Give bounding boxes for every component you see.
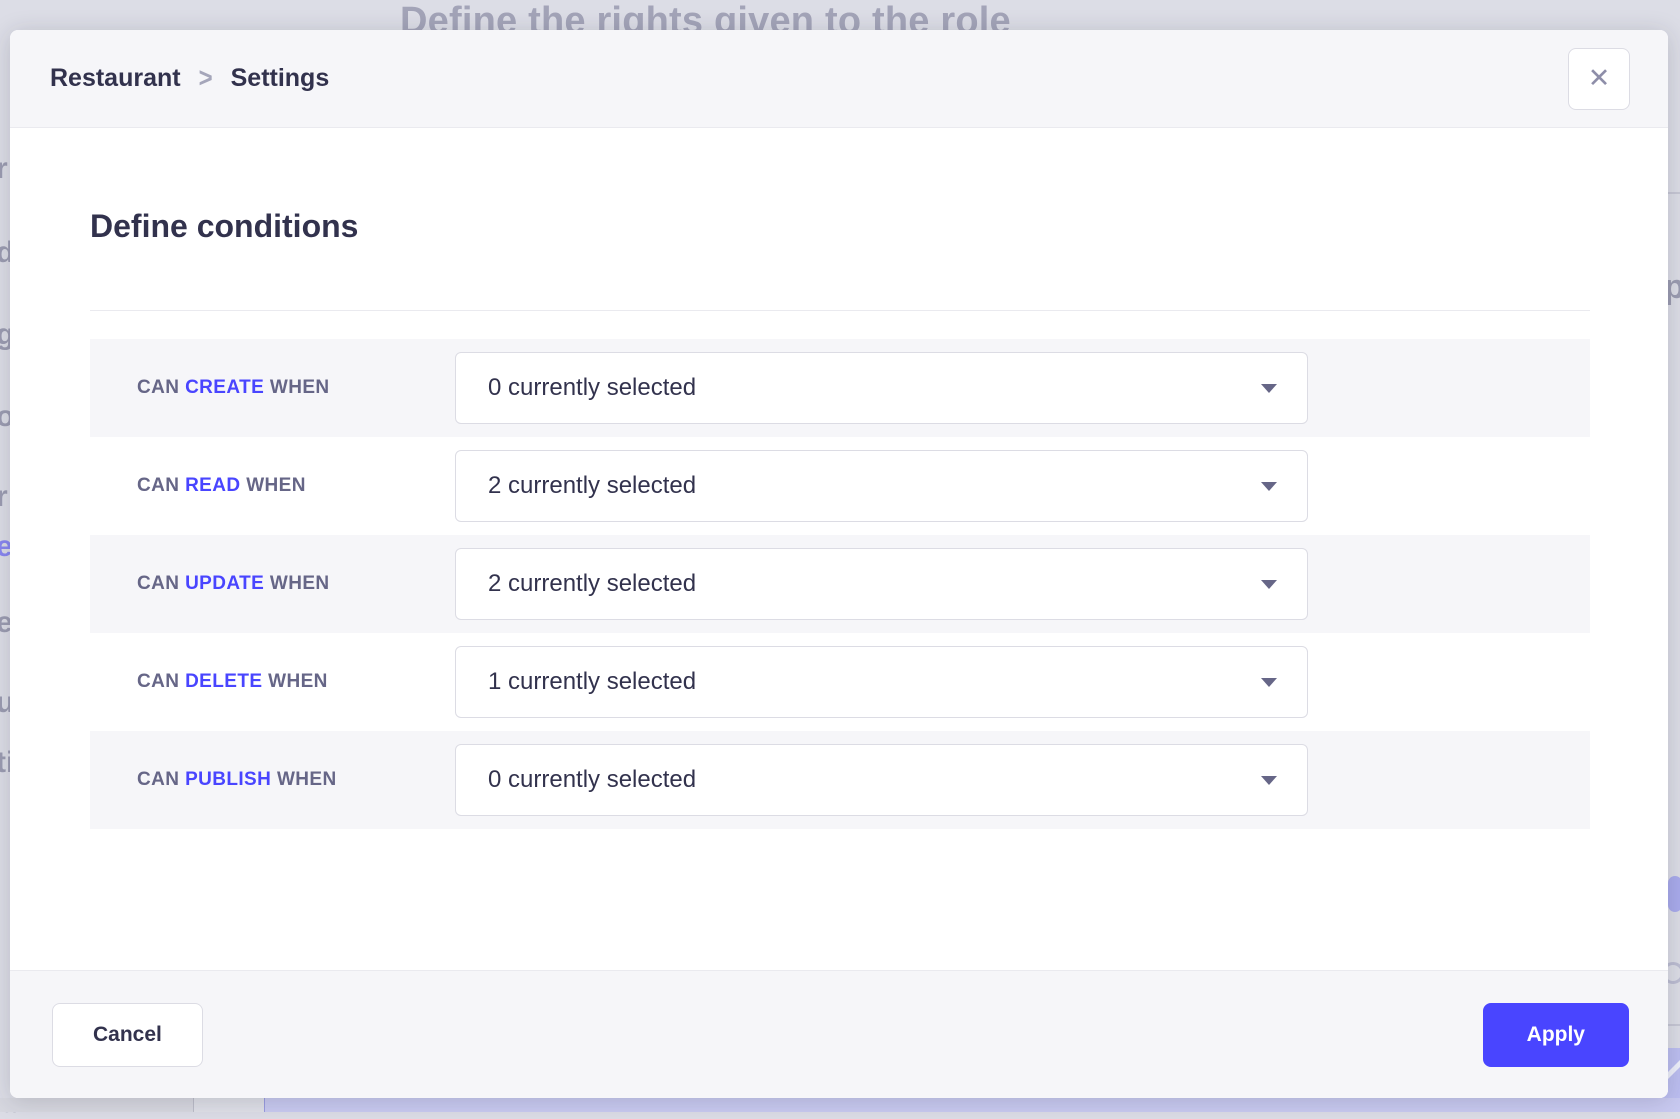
permission-row-delete: CAN DELETE WHEN 1 currently selected	[90, 633, 1590, 731]
label-action: UPDATE	[185, 573, 264, 594]
occluded-divider	[1666, 192, 1680, 194]
label-prefix: CAN	[137, 671, 179, 692]
label-action: READ	[185, 475, 240, 496]
page-title: Define conditions	[90, 204, 1590, 248]
permission-label: CAN CREATE WHEN	[137, 377, 455, 399]
permission-row-publish: CAN PUBLISH WHEN 0 currently selected	[90, 731, 1590, 829]
chevron-down-icon	[1261, 580, 1277, 589]
occluded-table-edge	[264, 1098, 1680, 1112]
permission-label: CAN UPDATE WHEN	[137, 573, 455, 595]
chevron-down-icon	[1261, 482, 1277, 491]
conditions-select-read[interactable]: 2 currently selected	[455, 450, 1308, 522]
select-value: 0 currently selected	[488, 374, 696, 402]
conditions-list: CAN CREATE WHEN 0 currently selected CAN…	[90, 339, 1590, 829]
permission-label: CAN READ WHEN	[137, 475, 455, 497]
occluded-divider	[1666, 1024, 1680, 1026]
select-value: 1 currently selected	[488, 668, 696, 696]
title-divider	[90, 310, 1590, 311]
label-suffix: WHEN	[270, 573, 330, 594]
conditions-select-create[interactable]: 0 currently selected	[455, 352, 1308, 424]
breadcrumb: Restaurant > Settings	[50, 64, 329, 93]
label-action: CREATE	[185, 377, 264, 398]
define-conditions-modal: Restaurant > Settings ✕ Define condition…	[10, 30, 1668, 1098]
conditions-select-publish[interactable]: 0 currently selected	[455, 744, 1308, 816]
modal-header: Restaurant > Settings ✕	[10, 30, 1668, 128]
permission-label: CAN PUBLISH WHEN	[137, 769, 455, 791]
chevron-down-icon	[1261, 678, 1277, 687]
label-prefix: CAN	[137, 769, 179, 790]
modal-footer: Cancel Apply	[10, 970, 1668, 1098]
cancel-button[interactable]: Cancel	[52, 1003, 203, 1067]
chevron-down-icon	[1261, 384, 1277, 393]
occluded-text-fragment: r	[0, 480, 8, 514]
select-value: 2 currently selected	[488, 570, 696, 598]
modal-body: Define conditions CAN CREATE WHEN 0 curr…	[10, 128, 1668, 970]
close-button[interactable]: ✕	[1568, 48, 1630, 110]
close-icon: ✕	[1588, 65, 1611, 92]
breadcrumb-item-restaurant: Restaurant	[50, 64, 181, 93]
breadcrumb-item-settings: Settings	[231, 64, 330, 93]
label-action: PUBLISH	[185, 769, 271, 790]
occluded-text-fragment: r	[0, 152, 8, 186]
conditions-select-update[interactable]: 2 currently selected	[455, 548, 1308, 620]
occluded-table-edge	[0, 1098, 193, 1112]
label-suffix: WHEN	[270, 377, 330, 398]
label-prefix: CAN	[137, 377, 179, 398]
label-action: DELETE	[185, 671, 262, 692]
permission-row-update: CAN UPDATE WHEN 2 currently selected	[90, 535, 1590, 633]
label-suffix: WHEN	[268, 671, 328, 692]
chevron-down-icon	[1261, 776, 1277, 785]
permission-row-create: CAN CREATE WHEN 0 currently selected	[90, 339, 1590, 437]
select-value: 0 currently selected	[488, 766, 696, 794]
select-value: 2 currently selected	[488, 472, 696, 500]
label-prefix: CAN	[137, 475, 179, 496]
apply-button[interactable]: Apply	[1483, 1003, 1629, 1067]
conditions-select-delete[interactable]: 1 currently selected	[455, 646, 1308, 718]
occluded-table-edge	[193, 1098, 264, 1112]
label-suffix: WHEN	[246, 475, 306, 496]
chevron-right-icon: >	[199, 62, 213, 94]
label-suffix: WHEN	[277, 769, 337, 790]
permission-label: CAN DELETE WHEN	[137, 671, 455, 693]
occluded-badge	[1668, 876, 1680, 912]
permission-row-read: CAN READ WHEN 2 currently selected	[90, 437, 1590, 535]
label-prefix: CAN	[137, 573, 179, 594]
